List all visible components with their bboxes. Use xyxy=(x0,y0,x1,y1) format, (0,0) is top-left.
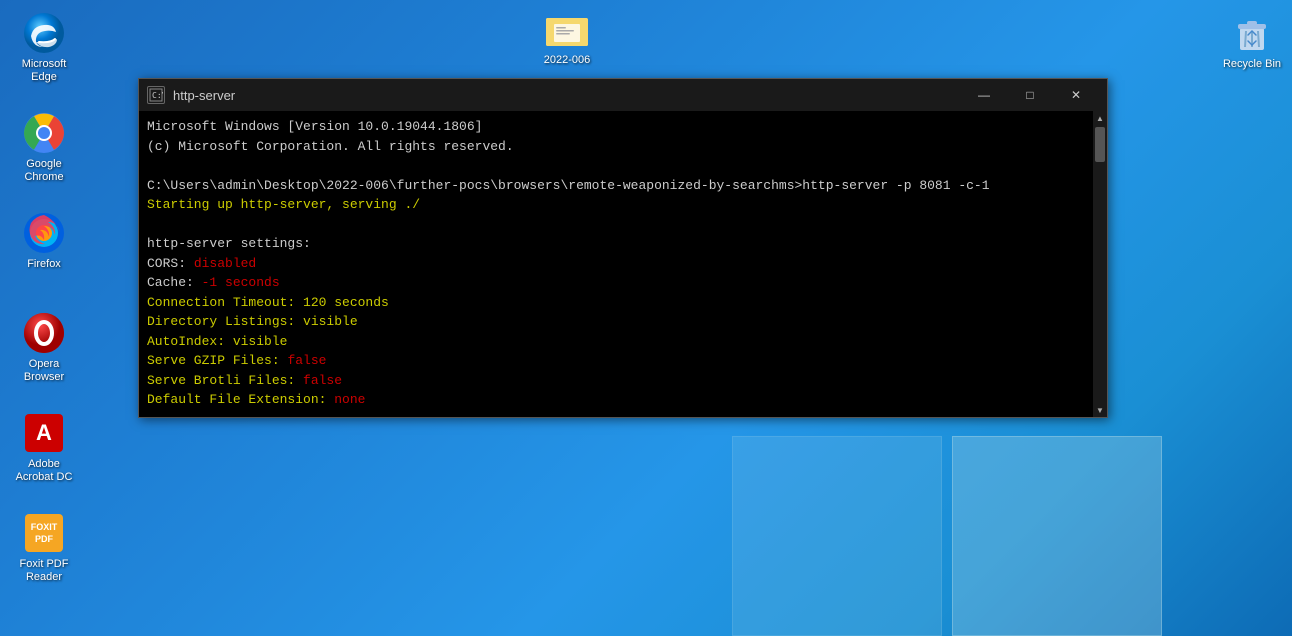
desktop: Microsoft Edge Google Chrome xyxy=(0,0,1292,636)
desktop-icon-firefox[interactable]: Firefox xyxy=(4,208,84,275)
close-button[interactable]: ✕ xyxy=(1053,79,1099,111)
cmd-line-6 xyxy=(147,215,1089,235)
cmd-line-timeout: Connection Timeout: 120 seconds xyxy=(147,293,1089,313)
cmd-line-3 xyxy=(147,156,1089,176)
svg-text:A: A xyxy=(36,420,52,445)
cmd-line-blank xyxy=(147,410,1089,418)
cmd-line-5: Starting up http-server, serving ./ xyxy=(147,195,1089,215)
cmd-window-buttons: — □ ✕ xyxy=(961,79,1099,111)
scroll-down-arrow[interactable]: ▼ xyxy=(1093,403,1107,417)
cmd-title: http-server xyxy=(173,88,961,103)
cmd-content-area: Microsoft Windows [Version 10.0.19044.18… xyxy=(139,111,1107,417)
cmd-line-7: http-server settings: xyxy=(147,234,1089,254)
cmd-line-cache: Cache: -1 seconds xyxy=(147,273,1089,293)
cmd-line-2: (c) Microsoft Corporation. All rights re… xyxy=(147,137,1089,157)
recycle-label: Recycle Bin xyxy=(1223,58,1281,71)
cmd-window: C:\ http-server — □ ✕ Microsoft Windows … xyxy=(138,78,1108,418)
desktop-icon-edge[interactable]: Microsoft Edge xyxy=(4,8,84,88)
foxit-label: Foxit PDF Reader xyxy=(8,558,80,584)
desktop-icon-chrome[interactable]: Google Chrome xyxy=(4,108,84,188)
maximize-button[interactable]: □ xyxy=(1007,79,1053,111)
desktop-icon-folder[interactable]: 2022-006 xyxy=(527,4,607,71)
cmd-line-ext: Default File Extension: none xyxy=(147,390,1089,410)
cmd-line-brotli: Serve Brotli Files: false xyxy=(147,371,1089,391)
cmd-line-1: Microsoft Windows [Version 10.0.19044.18… xyxy=(147,117,1089,137)
cmd-content: Microsoft Windows [Version 10.0.19044.18… xyxy=(139,111,1107,417)
scroll-thumb[interactable] xyxy=(1095,127,1105,162)
cmd-line-4: C:\Users\admin\Desktop\2022-006\further-… xyxy=(147,176,1089,196)
cmd-line-autoindex: AutoIndex: visible xyxy=(147,332,1089,352)
bg-window-1 xyxy=(952,436,1162,636)
desktop-icon-acrobat[interactable]: A Adobe Acrobat DC xyxy=(4,408,84,488)
cmd-titlebar[interactable]: C:\ http-server — □ ✕ xyxy=(139,79,1107,111)
cmd-titlebar-icon: C:\ xyxy=(147,86,165,104)
desktop-icon-recycle[interactable]: Recycle Bin xyxy=(1212,8,1292,75)
cmd-line-gzip: Serve GZIP Files: false xyxy=(147,351,1089,371)
cmd-line-dir: Directory Listings: visible xyxy=(147,312,1089,332)
firefox-label: Firefox xyxy=(27,258,61,271)
desktop-icon-foxit[interactable]: FOXIT PDF Foxit PDF Reader xyxy=(4,508,84,588)
cmd-scrollbar[interactable]: ▲ ▼ xyxy=(1093,111,1107,417)
cmd-line-cors: CORS: disabled xyxy=(147,254,1089,274)
acrobat-label: Adobe Acrobat DC xyxy=(8,458,80,484)
edge-label: Microsoft Edge xyxy=(8,58,80,84)
opera-label: Opera Browser xyxy=(8,358,80,384)
chrome-label: Google Chrome xyxy=(8,158,80,184)
bg-window-2 xyxy=(732,436,942,636)
scroll-up-arrow[interactable]: ▲ xyxy=(1093,111,1107,125)
svg-text:C:\: C:\ xyxy=(152,91,163,100)
svg-text:FOXIT: FOXIT xyxy=(31,522,58,532)
minimize-button[interactable]: — xyxy=(961,79,1007,111)
folder-label: 2022-006 xyxy=(544,54,591,67)
svg-text:PDF: PDF xyxy=(35,534,54,544)
desktop-icon-opera[interactable]: Opera Browser xyxy=(4,308,84,388)
